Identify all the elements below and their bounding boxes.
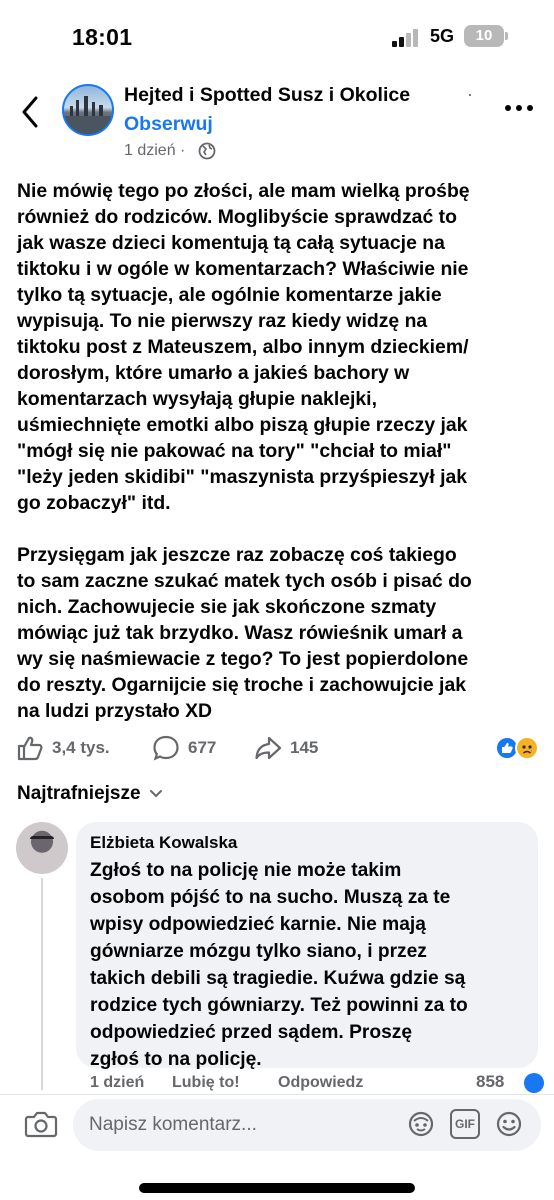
camera-icon[interactable]: [24, 1109, 58, 1139]
follow-button[interactable]: Obserwuj: [124, 113, 213, 136]
comment-button[interactable]: 677: [152, 733, 216, 763]
group-avatar[interactable]: [62, 84, 114, 136]
share-arrow-icon: [255, 736, 282, 760]
post-actions-row: 3,4 tys. 677 145: [0, 733, 554, 763]
comment-text: Zgłoś to na policję nie może takim osobo…: [90, 860, 468, 1070]
glasses-shape: [30, 836, 54, 843]
post-text: Nie mówię tego po złości, ale mam wielką…: [17, 180, 472, 722]
sad-reaction-icon: [515, 736, 539, 760]
emoji-icon[interactable]: [494, 1109, 524, 1139]
comment-composer: GIF: [0, 1094, 554, 1200]
battery-icon: 10: [464, 25, 504, 47]
chevron-left-icon: [22, 96, 38, 128]
comment-like-button[interactable]: Lubię to!: [172, 1074, 240, 1092]
globe-icon: [198, 142, 216, 160]
like-button[interactable]: 3,4 tys.: [16, 733, 110, 763]
sort-label: Najtrafniejsze: [17, 783, 141, 804]
status-time: 18:01: [72, 24, 133, 50]
signal-strength-icon: [392, 29, 424, 47]
comment-time[interactable]: 1 dzień: [90, 1074, 144, 1092]
comment-sort-dropdown[interactable]: Najtrafniejsze: [17, 783, 163, 805]
post-timestamp[interactable]: 1 dzień ·: [124, 142, 185, 160]
post-time-text: 1 dzień: [124, 142, 176, 159]
status-bar: 18:01 5G 10: [0, 0, 554, 72]
time-separator-dot: ·: [180, 142, 186, 159]
reaction-summary[interactable]: [495, 736, 543, 760]
group-name[interactable]: Hejted i Spotted Susz i Okolice: [124, 84, 410, 107]
comment-bubble[interactable]: Elżbieta Kowalska Zgłoś to na policję ni…: [76, 822, 538, 1070]
more-dots-icon[interactable]: [502, 96, 536, 120]
thread-line: [41, 878, 43, 1090]
comment-author[interactable]: Elżbieta Kowalska: [90, 833, 524, 853]
thumbs-up-icon: [17, 736, 43, 761]
share-count: 145: [290, 738, 319, 757]
network-label: 5G: [430, 26, 455, 46]
home-indicator[interactable]: [139, 1183, 415, 1193]
gif-icon[interactable]: GIF: [450, 1109, 480, 1139]
comment-count: 677: [188, 738, 217, 757]
comment-reaction-count[interactable]: 858: [476, 1072, 504, 1092]
comment-bubble-icon: [153, 735, 179, 761]
battery-tip: [505, 32, 508, 40]
chevron-down-icon: [149, 790, 162, 798]
comment-like-reaction-icon: [524, 1073, 544, 1093]
like-count: 3,4 tys.: [52, 738, 110, 757]
avatar-sticker-icon[interactable]: [406, 1109, 436, 1139]
back-button[interactable]: [16, 92, 46, 132]
comment-reply-button[interactable]: Odpowiedz: [278, 1074, 363, 1092]
separator-dot: ·: [467, 84, 473, 104]
share-button[interactable]: 145: [254, 733, 318, 763]
group-avatar-image: [64, 96, 112, 134]
commenter-avatar[interactable]: [16, 822, 68, 874]
